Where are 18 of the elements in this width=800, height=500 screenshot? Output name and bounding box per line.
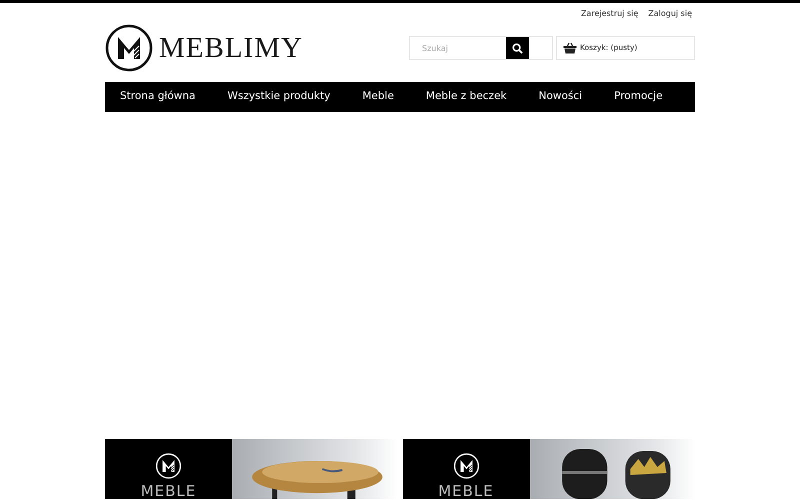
nav-link[interactable]: Promocje bbox=[614, 89, 663, 105]
nav-link[interactable]: Meble z beczek bbox=[426, 89, 507, 105]
basket-icon bbox=[563, 42, 577, 54]
search-icon bbox=[512, 42, 523, 54]
search-button[interactable] bbox=[506, 37, 529, 59]
banner-title: MEBLE bbox=[438, 484, 494, 499]
logo-text: MEBLIMY bbox=[159, 34, 303, 62]
banner-title: MEBLE bbox=[140, 484, 196, 499]
nav-link[interactable]: Nowości bbox=[538, 89, 582, 105]
nav-link[interactable]: Meble bbox=[362, 89, 394, 105]
account-link[interactable]: Zarejestruj się bbox=[580, 8, 638, 20]
search-field[interactable]: Szukaj bbox=[410, 37, 506, 59]
logo-icon bbox=[153, 453, 184, 479]
account-link[interactable]: Zaloguj się bbox=[648, 8, 692, 20]
nav-link[interactable]: Wszystkie produkty bbox=[227, 89, 330, 105]
nav-link[interactable]: Strona główna bbox=[120, 89, 196, 105]
logo-icon bbox=[105, 24, 153, 72]
search-box[interactable]: Szukaj bbox=[409, 36, 553, 60]
